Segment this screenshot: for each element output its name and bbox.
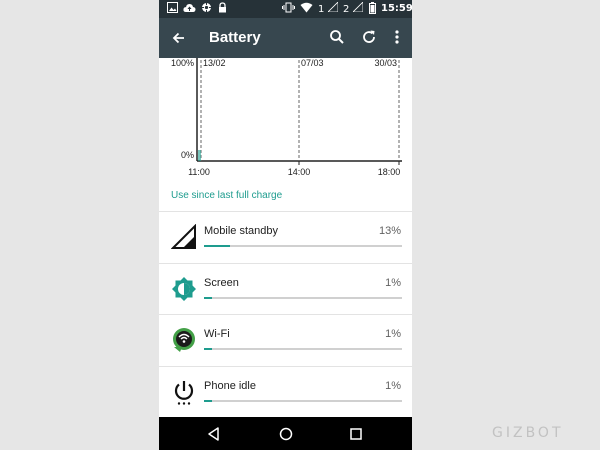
recents-icon[interactable]	[347, 425, 365, 443]
item-name: Wi-Fi	[204, 328, 230, 340]
power-icon	[171, 379, 197, 405]
y-label-max: 100%	[171, 58, 194, 68]
usage-bar-fill	[204, 348, 212, 350]
use-since-full-charge-link[interactable]: Use since last full charge	[171, 190, 282, 201]
item-percent: 1%	[385, 380, 401, 392]
navigation-bar	[159, 417, 412, 450]
back-arrow-icon[interactable]	[169, 28, 189, 48]
phone-screen: 1 2 15:59 Battery 100% 0% 13/02 07/03 30…	[159, 0, 412, 450]
page-title: Battery	[209, 29, 261, 46]
date-marker-label: 30/03	[374, 58, 397, 68]
image-icon	[167, 2, 178, 16]
date-marker-label: 07/03	[301, 58, 324, 68]
chart-canvas: 100% 0% 13/02 07/03 30/03 11:00 14:00 18…	[171, 58, 402, 177]
item-percent: 13%	[378, 225, 401, 237]
usage-bar-fill	[204, 245, 230, 247]
item-name: Screen	[204, 277, 239, 289]
back-icon[interactable]	[205, 425, 223, 443]
usage-item-wifi[interactable]: Wi-Fi 1%	[159, 314, 412, 366]
sim1-label: 1	[318, 4, 325, 15]
usage-bar	[204, 400, 402, 402]
sim2-signal-icon: 2	[343, 1, 363, 16]
app-bar: Battery	[159, 18, 412, 58]
usage-item-phone-idle[interactable]: Phone idle 1%	[159, 366, 412, 418]
wifi-icon	[171, 327, 197, 353]
battery-history-chart: 100% 0% 13/02 07/03 30/03 11:00 14:00 18…	[159, 58, 412, 183]
item-percent: 1%	[385, 277, 401, 289]
usage-item-screen[interactable]: Screen 1%	[159, 263, 412, 315]
home-icon[interactable]	[277, 425, 295, 443]
item-percent: 1%	[385, 328, 401, 340]
gizbot-watermark: GIZBOT	[492, 425, 564, 441]
more-vert-icon[interactable]	[387, 27, 407, 47]
refresh-icon[interactable]	[359, 27, 379, 47]
battery-icon	[369, 2, 376, 16]
battery-level-area	[198, 150, 201, 161]
usage-bar-fill	[204, 297, 212, 299]
vibrate-icon	[282, 2, 295, 16]
sim2-label: 2	[343, 4, 350, 15]
lock-icon	[218, 2, 227, 16]
search-icon[interactable]	[327, 27, 347, 47]
date-marker-label: 13/02	[203, 58, 226, 68]
settings-icon	[201, 2, 212, 16]
clock: 15:59	[381, 3, 412, 14]
item-name: Mobile standby	[204, 225, 278, 237]
usage-bar	[204, 297, 402, 299]
wifi-icon	[300, 2, 313, 16]
usage-bar	[204, 348, 402, 350]
x-tick-label: 18:00	[378, 167, 401, 177]
signal-icon	[170, 223, 197, 250]
sim1-signal-icon: 1	[318, 1, 338, 16]
usage-bar	[204, 245, 402, 247]
cloud-upload-icon	[183, 2, 196, 16]
status-bar: 1 2 15:59	[159, 0, 412, 18]
usage-item-mobile-standby[interactable]: Mobile standby 13%	[159, 211, 412, 263]
usage-bar-fill	[204, 400, 212, 402]
item-name: Phone idle	[204, 380, 256, 392]
x-tick-label: 14:00	[288, 167, 311, 177]
brightness-icon	[171, 276, 197, 302]
x-tick-label: 11:00	[188, 167, 210, 177]
y-label-min: 0%	[181, 150, 194, 160]
